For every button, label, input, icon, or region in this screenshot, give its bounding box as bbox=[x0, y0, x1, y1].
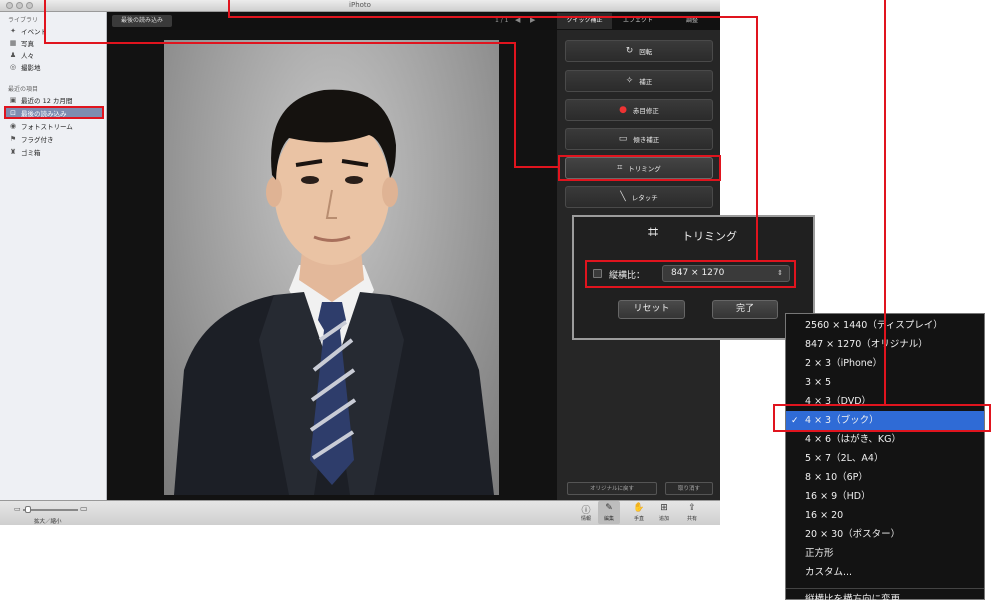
sidebar-item-label: フォトストリーム bbox=[21, 122, 73, 131]
callout-line bbox=[44, 42, 516, 44]
add-icon[interactable]: ⊞ bbox=[654, 503, 674, 513]
add-label: 追加 bbox=[658, 516, 669, 522]
album-name-button[interactable]: 最後の読み込み bbox=[112, 15, 172, 27]
straighten-icon: ▭ bbox=[618, 134, 628, 144]
menu-separator bbox=[786, 588, 984, 589]
portrait-photo[interactable] bbox=[164, 40, 499, 495]
sidebar-item-last-12-months[interactable]: ▣ 最近の 12 カ月間 bbox=[8, 94, 104, 105]
sidebar-item-label: 撮影地 bbox=[21, 63, 41, 72]
callout-line bbox=[756, 16, 758, 261]
callout-line bbox=[514, 42, 516, 168]
menu-item-iphone[interactable]: 2 × 3（iPhone） bbox=[805, 354, 882, 373]
reset-button[interactable]: リセット bbox=[618, 300, 685, 319]
crop-icon: ⌗ bbox=[648, 222, 659, 243]
edit-label: 編集 bbox=[603, 516, 614, 522]
menu-item-custom[interactable]: カスタム... bbox=[805, 563, 852, 582]
button-label: レタッチ bbox=[631, 194, 658, 202]
faces-icon: ♟ bbox=[9, 50, 17, 59]
photo-counter: 1 / 1 bbox=[495, 17, 509, 24]
red-eye-button[interactable]: ● 赤目修正 bbox=[565, 99, 713, 121]
calendar-icon: ▣ bbox=[9, 95, 17, 104]
menu-item-5x7[interactable]: 5 × 7（2L、A4） bbox=[805, 449, 883, 468]
callout-box-sidebar bbox=[4, 106, 104, 119]
share-icon[interactable]: ⇪ bbox=[682, 503, 702, 513]
sidebar-item-trash[interactable]: ♜ ゴミ箱 bbox=[8, 146, 104, 157]
sidebar-item-photostream[interactable]: ◉ フォトストリーム bbox=[8, 120, 104, 131]
trash-icon: ♜ bbox=[9, 147, 17, 156]
menu-item-16x20[interactable]: 16 × 20 bbox=[805, 506, 843, 525]
sidebar-item-label: 写真 bbox=[21, 39, 34, 48]
button-label: 傾き補正 bbox=[633, 136, 660, 144]
menu-item-original[interactable]: 847 × 1270（オリジナル） bbox=[805, 335, 928, 354]
rotate-button[interactable]: ↻ 回転 bbox=[565, 40, 713, 62]
info-label: 情報 bbox=[580, 516, 591, 522]
callout-line bbox=[514, 166, 558, 168]
callout-line bbox=[884, 0, 886, 406]
menu-item-postcard[interactable]: 4 × 6（はがき、KG） bbox=[805, 430, 901, 449]
minimize-window-button[interactable] bbox=[16, 2, 23, 9]
sidebar-item-label: 人々 bbox=[21, 51, 34, 60]
enhance-button[interactable]: ✧ 補正 bbox=[565, 70, 713, 92]
menu-item-hd[interactable]: 16 × 9（HD） bbox=[805, 487, 871, 506]
callout-line bbox=[44, 0, 46, 44]
zoom-window-button[interactable] bbox=[26, 2, 33, 9]
zoom-label: 拡大／縮小 bbox=[34, 519, 62, 525]
retouch-button[interactable]: ╲ レタッチ bbox=[565, 186, 713, 208]
sidebar-heading-recent: 最近の項目 bbox=[8, 86, 39, 93]
red-eye-icon: ● bbox=[619, 105, 627, 115]
menu-item-8x10[interactable]: 8 × 10（6P） bbox=[805, 468, 868, 487]
zoom-slider[interactable] bbox=[23, 509, 78, 511]
window-title: iPhoto bbox=[349, 1, 371, 9]
sidebar-item-events[interactable]: ✦ イベント bbox=[8, 25, 104, 36]
revert-to-original-button[interactable]: オリジナルに戻す bbox=[567, 482, 657, 495]
photostream-icon: ◉ bbox=[9, 121, 17, 130]
zoom-slider-knob[interactable] bbox=[25, 506, 31, 513]
edit-icon[interactable]: ✎ bbox=[599, 503, 619, 513]
zoom-in-icon: ▭ bbox=[80, 504, 88, 513]
button-label: 補正 bbox=[639, 78, 653, 86]
callout-box-menu-selection bbox=[773, 404, 991, 432]
share-label: 共有 bbox=[686, 516, 697, 522]
crop-popover-title: トリミング bbox=[682, 230, 737, 243]
enhance-icon: ✧ bbox=[625, 76, 634, 86]
rotate-icon: ↻ bbox=[625, 46, 634, 56]
menu-item-square[interactable]: 正方形 bbox=[805, 544, 834, 563]
portrait-image bbox=[174, 89, 494, 495]
events-icon: ✦ bbox=[10, 26, 16, 35]
button-label: 赤目修正 bbox=[632, 107, 659, 115]
sidebar-item-flagged[interactable]: ⚑ フラグ付き bbox=[8, 133, 104, 144]
menu-item-poster[interactable]: 20 × 30（ポスター） bbox=[805, 525, 900, 544]
callout-box-crop-button bbox=[558, 155, 721, 181]
flag-icon: ⚑ bbox=[9, 134, 17, 143]
sidebar-item-places[interactable]: ◎ 撮影地 bbox=[8, 61, 104, 72]
hand-label: 手直 bbox=[633, 516, 644, 522]
sidebar-item-label: フラグ付き bbox=[21, 135, 54, 144]
places-icon: ◎ bbox=[9, 62, 17, 71]
menu-item-swap-orientation[interactable]: 縦横比を横方向に変更 bbox=[805, 591, 900, 600]
straighten-button[interactable]: ▭ 傾き補正 bbox=[565, 128, 713, 150]
done-button[interactable]: 完了 bbox=[712, 300, 778, 319]
menu-item-display[interactable]: 2560 × 1440（ディスプレイ） bbox=[805, 316, 943, 335]
retouch-icon: ╲ bbox=[620, 192, 626, 202]
hand-icon[interactable]: ✋ bbox=[629, 503, 649, 513]
sidebar-heading-library: ライブラリ bbox=[8, 17, 39, 24]
sidebar-item-faces[interactable]: ♟ 人々 bbox=[8, 49, 104, 60]
undo-button[interactable]: 取り消す bbox=[665, 482, 713, 495]
sidebar-item-label: ゴミ箱 bbox=[21, 148, 41, 157]
photos-icon: ▦ bbox=[9, 38, 17, 47]
menu-item-3x5[interactable]: 3 × 5 bbox=[805, 373, 831, 392]
close-window-button[interactable] bbox=[6, 2, 13, 9]
sidebar-item-label: 最近の 12 カ月間 bbox=[21, 96, 73, 105]
button-label: 回転 bbox=[639, 48, 653, 56]
zoom-out-icon: ▭ bbox=[14, 505, 21, 513]
callout-box-aspect-ratio bbox=[585, 260, 796, 288]
callout-line bbox=[228, 16, 758, 18]
